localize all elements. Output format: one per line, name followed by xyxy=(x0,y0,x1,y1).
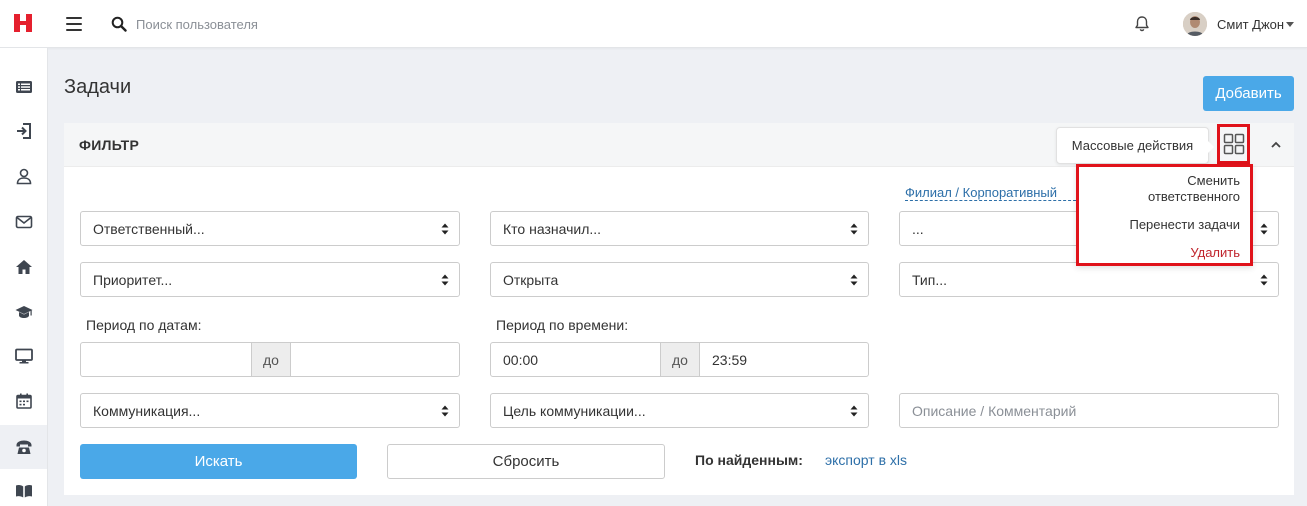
communication-select[interactable]: Коммуникация... xyxy=(80,393,460,428)
time-to-input[interactable] xyxy=(700,343,868,376)
export-xls-link[interactable]: экспорт в xls xyxy=(825,452,907,468)
sidebar-item-user[interactable] xyxy=(0,154,47,198)
communication-goal-select[interactable]: Цель коммуникации... xyxy=(490,393,869,428)
date-from-input[interactable] xyxy=(81,343,251,376)
book-icon xyxy=(15,485,32,498)
assigned-by-select-value: Кто назначил... xyxy=(503,220,602,237)
status-select-value: Открыта xyxy=(503,271,559,288)
date-to-addon: до xyxy=(251,343,291,376)
time-from-input[interactable] xyxy=(491,343,660,376)
date-period-label: Период по датам: xyxy=(86,317,202,333)
mass-actions-tooltip: Массовые действия xyxy=(1056,127,1214,164)
sort-arrows-icon xyxy=(850,223,858,235)
envelope-icon xyxy=(15,215,32,229)
user-search-input[interactable] xyxy=(136,14,436,34)
communication-goal-select-value: Цель коммуникации... xyxy=(503,402,646,419)
mass-actions-menu: Сменить ответственного Перенести задачи … xyxy=(1076,164,1253,266)
status-select[interactable]: Открыта xyxy=(490,262,869,297)
user-name[interactable]: Смит Джон xyxy=(1217,17,1284,32)
sidebar-item-mail[interactable] xyxy=(0,200,47,244)
found-label: По найденным: xyxy=(695,452,803,468)
priority-select[interactable]: Приоритет... xyxy=(80,262,460,297)
branch-select-value: ... xyxy=(912,220,924,237)
grid-icon xyxy=(1223,133,1244,155)
communication-select-value: Коммуникация... xyxy=(93,402,201,419)
time-period-label: Период по времени: xyxy=(496,317,629,333)
sort-arrows-icon xyxy=(850,405,858,417)
type-select-value: Тип... xyxy=(912,271,948,288)
menu-item-move-tasks[interactable]: Перенести задачи xyxy=(1129,217,1240,233)
telephone-icon xyxy=(16,440,31,454)
page-title: Задачи xyxy=(64,76,132,98)
date-to-input[interactable] xyxy=(291,343,459,376)
top-bar: Смит Джон xyxy=(0,0,1307,48)
priority-select-value: Приоритет... xyxy=(93,271,173,288)
mass-actions-button[interactable] xyxy=(1217,124,1250,164)
date-range: до xyxy=(80,342,460,377)
sidebar-item-book[interactable] xyxy=(0,469,47,506)
sort-arrows-icon xyxy=(441,405,449,417)
sort-arrows-icon xyxy=(441,274,449,286)
responsible-select[interactable]: Ответственный... xyxy=(80,211,460,246)
menu-item-delete[interactable]: Удалить xyxy=(1190,245,1240,261)
bell-icon[interactable] xyxy=(1133,15,1151,33)
sidebar-item-list[interactable] xyxy=(0,65,47,109)
sidebar-item-monitor[interactable] xyxy=(0,334,47,378)
search-button[interactable]: Искать xyxy=(80,444,357,479)
sidebar-item-calendar[interactable] xyxy=(0,379,47,423)
sidebar-item-education[interactable] xyxy=(0,290,47,334)
logo-icon[interactable] xyxy=(13,13,33,33)
filter-title: ФИЛЬТР xyxy=(79,137,140,153)
search-icon xyxy=(111,16,127,32)
menu-item-change-responsible[interactable]: Сменить ответственного xyxy=(1100,173,1240,205)
branch-link[interactable]: Филиал / Корпоративный xyxy=(905,185,1076,201)
sidebar-item-sign-in[interactable] xyxy=(0,109,47,153)
time-range: до xyxy=(490,342,869,377)
sort-arrows-icon xyxy=(850,274,858,286)
add-button[interactable]: Добавить xyxy=(1203,76,1294,111)
mass-actions-tooltip-text: Массовые действия xyxy=(1071,138,1194,153)
reset-button[interactable]: Сбросить xyxy=(387,444,665,479)
menu-toggle-icon[interactable] xyxy=(66,17,82,31)
responsible-select-value: Ответственный... xyxy=(93,220,205,237)
assigned-by-select[interactable]: Кто назначил... xyxy=(490,211,869,246)
sort-arrows-icon xyxy=(1260,274,1268,286)
monitor-icon xyxy=(14,348,33,364)
time-to-addon: до xyxy=(660,343,700,376)
sidebar xyxy=(0,48,48,506)
caret-down-icon[interactable] xyxy=(1286,22,1294,27)
description-input[interactable] xyxy=(899,393,1279,428)
sort-arrows-icon xyxy=(1260,223,1268,235)
type-select[interactable]: Тип... xyxy=(899,262,1279,297)
sidebar-item-calls[interactable] xyxy=(0,425,47,469)
home-icon xyxy=(15,260,32,274)
sign-in-icon xyxy=(16,123,31,139)
list-icon xyxy=(15,81,32,93)
avatar[interactable] xyxy=(1183,12,1207,36)
chevron-up-icon[interactable] xyxy=(1270,139,1282,151)
user-icon xyxy=(16,168,31,185)
graduation-cap-icon xyxy=(15,306,32,318)
sidebar-item-home[interactable] xyxy=(0,245,47,289)
calendar-icon xyxy=(15,393,32,409)
sort-arrows-icon xyxy=(441,223,449,235)
